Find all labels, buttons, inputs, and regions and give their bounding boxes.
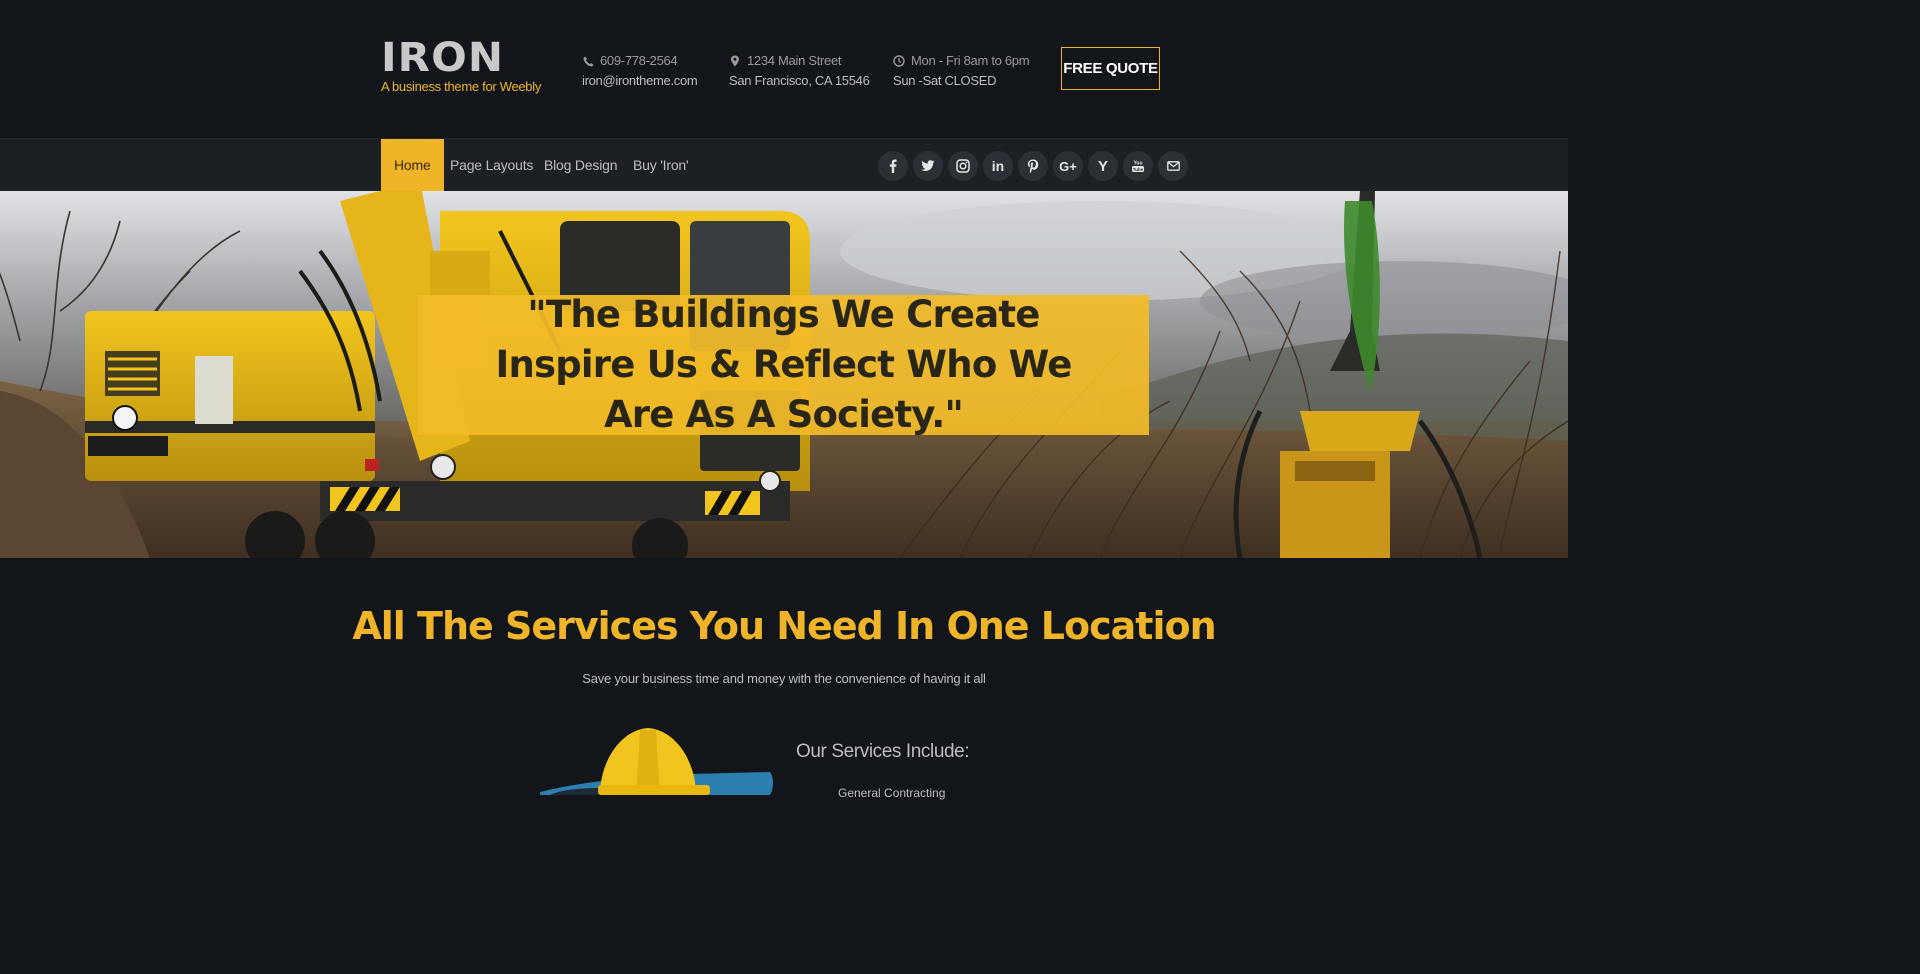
facebook-icon[interactable] xyxy=(878,151,908,181)
google-plus-icon[interactable]: G+ xyxy=(1053,151,1083,181)
site-header: IRON A business theme for Weebly 609-778… xyxy=(0,0,1568,138)
linkedin-icon[interactable]: in xyxy=(983,151,1013,181)
pinterest-icon[interactable] xyxy=(1018,151,1048,181)
address-line-2: San Francisco, CA 15546 xyxy=(729,73,870,88)
twitter-icon[interactable] xyxy=(913,151,943,181)
hero-quote-box: "The Buildings We Create Inspire Us & Re… xyxy=(418,293,1149,436)
mail-icon[interactable] xyxy=(1158,151,1188,181)
address-line-1: 1234 Main Street xyxy=(747,53,842,68)
svg-text:You: You xyxy=(1133,161,1142,167)
services-heading: All The Services You Need In One Locatio… xyxy=(352,604,1216,648)
hours-line-2: Sun -Sat CLOSED xyxy=(893,73,997,88)
phone-icon xyxy=(582,55,594,67)
nav-item-blog-design[interactable]: Blog Design xyxy=(544,139,617,191)
nav-item-page-layouts[interactable]: Page Layouts xyxy=(450,139,533,191)
nav-item-home[interactable]: Home xyxy=(381,139,444,191)
logo[interactable]: IRON A business theme for Weebly xyxy=(381,38,541,94)
social-links: in G+ Y You Tube xyxy=(878,151,1188,181)
email-address[interactable]: iron@irontheme.com xyxy=(582,71,698,91)
services-list-item: General Contracting xyxy=(838,786,946,800)
services-subheading: Save your business time and money with t… xyxy=(582,671,986,686)
main-nav: Home Page Layouts Blog Design Buy 'Iron'… xyxy=(0,138,1568,191)
nav-item-buy-iron[interactable]: Buy 'Iron' xyxy=(633,139,689,191)
yelp-icon[interactable]: Y xyxy=(1088,151,1118,181)
phone-number[interactable]: 609-778-2564 xyxy=(600,51,678,71)
clock-icon xyxy=(893,55,905,67)
map-pin-icon xyxy=(729,55,741,67)
services-include-heading: Our Services Include: xyxy=(796,741,970,762)
free-quote-button[interactable]: FREE QUOTE xyxy=(1061,47,1160,90)
logo-tagline: A business theme for Weebly xyxy=(381,79,542,94)
youtube-icon[interactable]: You Tube xyxy=(1123,151,1153,181)
worker-illustration xyxy=(540,728,773,795)
contact-address: 1234 Main Street San Francisco, CA 15546 xyxy=(729,51,870,91)
svg-text:Tube: Tube xyxy=(1133,167,1144,172)
instagram-icon[interactable] xyxy=(948,151,978,181)
hours-line-1: Mon - Fri 8am to 6pm xyxy=(911,53,1030,68)
hero-banner: "The Buildings We Create Inspire Us & Re… xyxy=(0,191,1568,558)
contact-hours: Mon - Fri 8am to 6pm Sun -Sat CLOSED xyxy=(893,51,1030,91)
contact-phone-email: 609-778-2564 iron@irontheme.com xyxy=(582,51,698,91)
hero-quote: "The Buildings We Create Inspire Us & Re… xyxy=(495,293,1072,436)
logo-wordmark: IRON xyxy=(381,35,505,81)
